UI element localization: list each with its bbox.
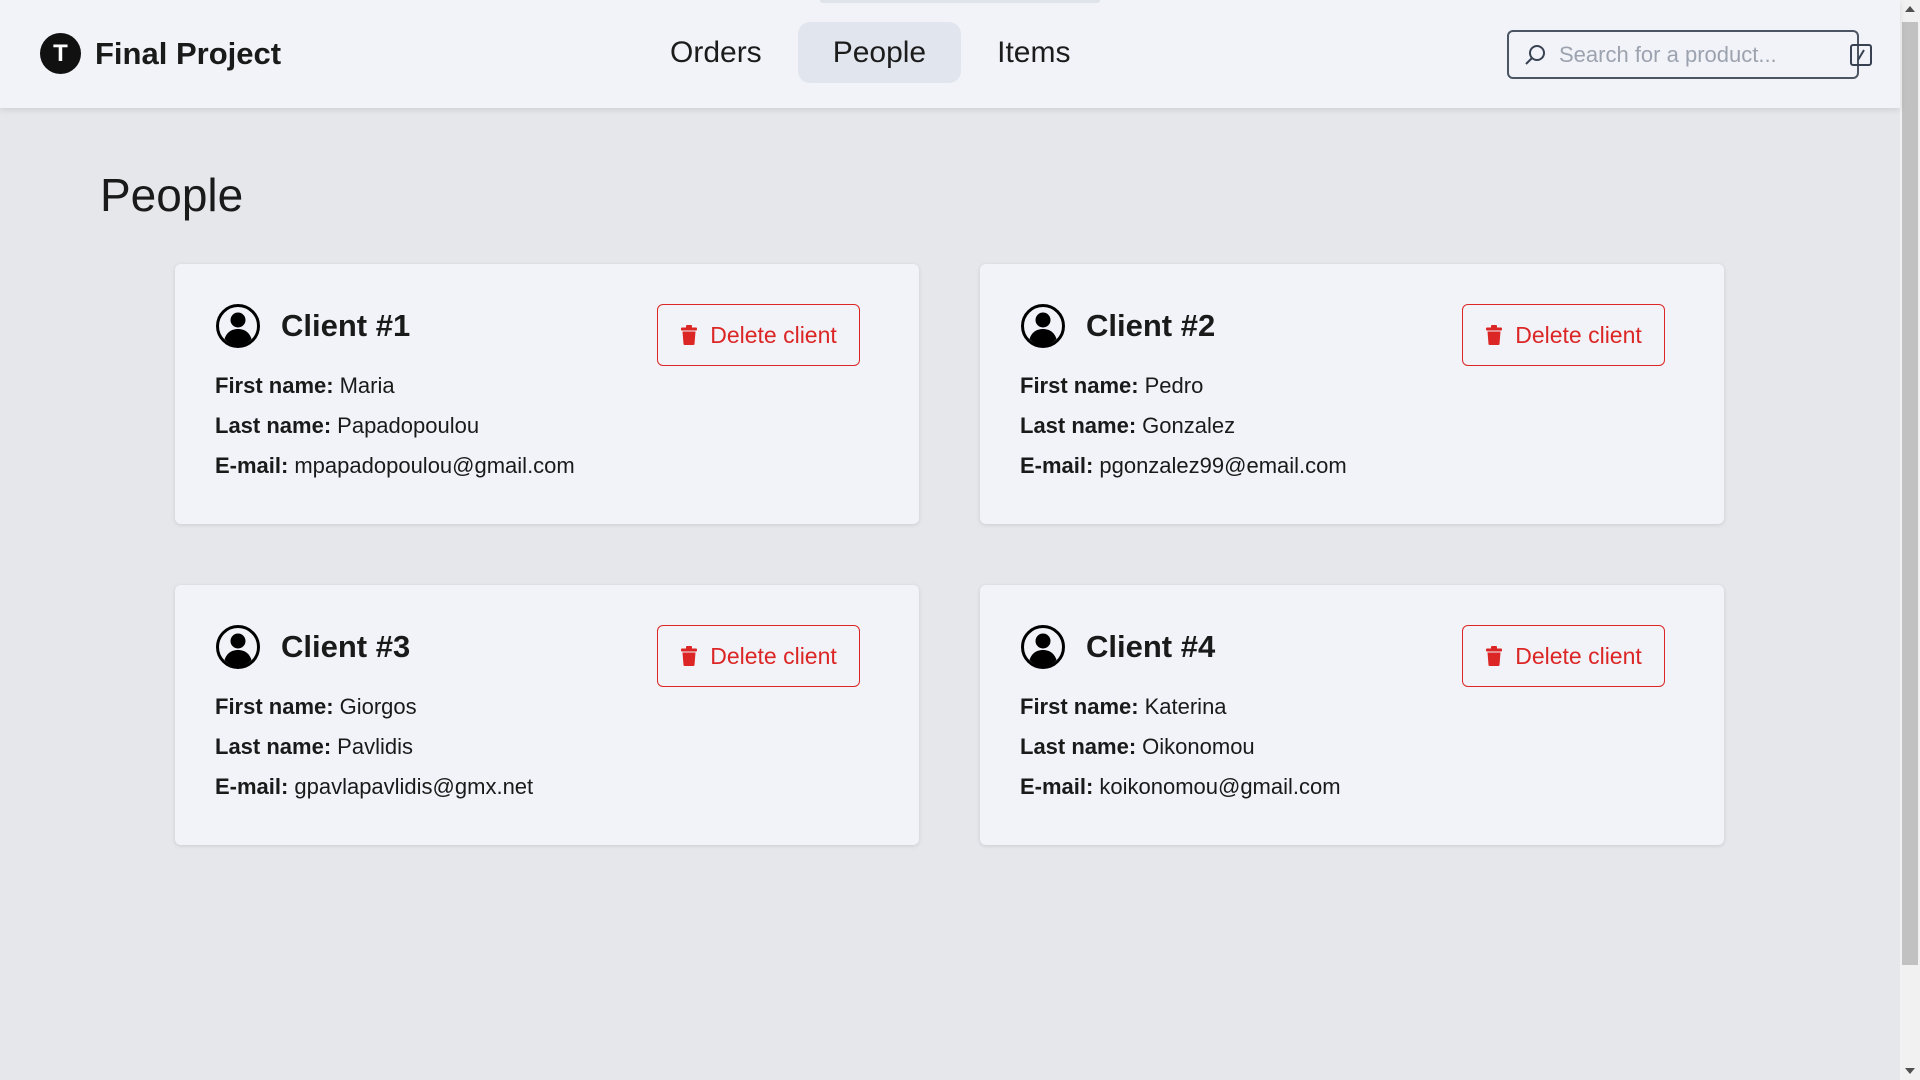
- email-row: E-mail: mpapadopoulou@gmail.com: [215, 453, 575, 478]
- delete-client-button[interactable]: Delete client: [657, 304, 860, 366]
- last-name-value: Oikonomou: [1142, 734, 1255, 759]
- last-name-value: Pavlidis: [337, 734, 413, 759]
- first-name-row: First name: Pedro: [1020, 373, 1204, 398]
- user-circle-icon: [1020, 303, 1066, 349]
- main-nav: Orders People Items: [640, 22, 1106, 83]
- clients-grid: Client #1 Delete client First name: Maria…: [175, 264, 1724, 845]
- nav-tab-people[interactable]: People: [797, 22, 962, 83]
- trash-icon: [680, 646, 698, 666]
- trash-icon: [1485, 325, 1503, 345]
- trash-icon: [1485, 646, 1503, 666]
- top-navbar: T Final Project Orders People Items: [0, 0, 1900, 108]
- first-name-value: Katerina: [1144, 694, 1227, 719]
- last-name-row: Last name: Gonzalez: [1020, 413, 1236, 438]
- delete-client-label: Delete client: [710, 642, 837, 669]
- first-name-row: First name: Giorgos: [215, 694, 417, 719]
- user-circle-icon: [215, 303, 261, 349]
- first-name-row: First name: Maria: [215, 373, 395, 398]
- last-name-value: Papadopoulou: [337, 413, 480, 438]
- last-name-row: Last name: Oikonomou: [1020, 734, 1255, 759]
- first-name-row: First name: Katerina: [1020, 694, 1227, 719]
- email-value: mpapadopoulou@gmail.com: [294, 453, 575, 478]
- delete-client-button[interactable]: Delete client: [1462, 625, 1665, 687]
- first-name-value: Maria: [339, 373, 395, 398]
- user-circle-icon: [1020, 624, 1066, 670]
- client-card: Client #2 Delete client First name: Pedro…: [980, 264, 1724, 524]
- nav-tab-items[interactable]: Items: [967, 22, 1100, 83]
- client-title: Client #4: [1086, 629, 1216, 664]
- email-value: pgonzalez99@email.com: [1099, 453, 1347, 478]
- page-title: People: [100, 169, 244, 221]
- last-name-row: Last name: Pavlidis: [215, 734, 413, 759]
- email-value: gpavlapavlidis@gmx.net: [294, 774, 534, 799]
- client-title: Client #1: [281, 308, 411, 343]
- delete-client-button[interactable]: Delete client: [1462, 304, 1665, 366]
- email-value: koikonomou@gmail.com: [1099, 774, 1341, 799]
- search-input[interactable]: [1557, 40, 1849, 69]
- logo-icon: T: [40, 33, 81, 74]
- delete-client-label: Delete client: [710, 321, 837, 348]
- nav-tab-orders[interactable]: Orders: [640, 22, 792, 83]
- email-row: E-mail: koikonomou@gmail.com: [1020, 774, 1341, 799]
- keyboard-shortcut-icon: [1849, 42, 1873, 68]
- client-card: Client #3 Delete client First name: Giorg…: [175, 585, 919, 845]
- client-card: Client #1 Delete client First name: Maria…: [175, 264, 919, 524]
- delete-client-button[interactable]: Delete client: [657, 625, 860, 687]
- header-accent: [820, 0, 1100, 3]
- search-icon: [1523, 42, 1547, 68]
- delete-client-label: Delete client: [1515, 642, 1642, 669]
- first-name-value: Pedro: [1144, 373, 1204, 398]
- last-name-row: Last name: Papadopoulou: [215, 413, 480, 438]
- client-title: Client #3: [281, 629, 411, 664]
- email-row: E-mail: pgonzalez99@email.com: [1020, 453, 1347, 478]
- first-name-value: Giorgos: [339, 694, 417, 719]
- client-title: Client #2: [1086, 308, 1216, 343]
- email-row: E-mail: gpavlapavlidis@gmx.net: [215, 774, 534, 799]
- brand-name: Final Project: [95, 35, 282, 71]
- user-circle-icon: [215, 624, 261, 670]
- client-card: Client #4 Delete client First name: Kater…: [980, 585, 1724, 845]
- vertical-scrollbar[interactable]: [1900, 0, 1920, 1080]
- brand[interactable]: T Final Project: [40, 33, 281, 74]
- trash-icon: [680, 325, 698, 345]
- last-name-value: Gonzalez: [1142, 413, 1236, 438]
- scroll-down-icon[interactable]: [1905, 1068, 1915, 1074]
- scrollbar-thumb[interactable]: [1902, 22, 1918, 965]
- search-box[interactable]: [1507, 30, 1872, 79]
- delete-client-label: Delete client: [1515, 321, 1642, 348]
- scroll-up-icon[interactable]: [1905, 6, 1915, 12]
